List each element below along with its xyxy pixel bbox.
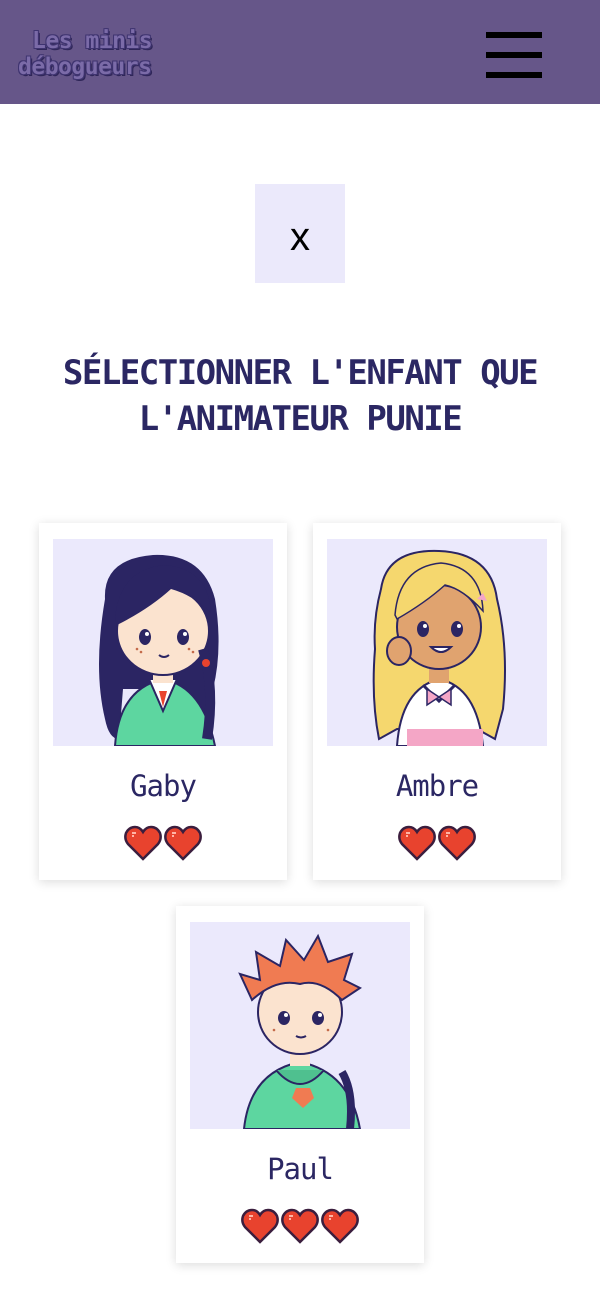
heart-icon xyxy=(438,825,476,861)
heart-icon xyxy=(281,1208,319,1244)
heart-icon xyxy=(321,1208,359,1244)
heart-icon xyxy=(124,825,162,861)
logo-line-1: Les minis xyxy=(32,28,153,54)
hamburger-icon[interactable] xyxy=(484,30,544,80)
page-title: SÉLECTIONNER L'ENFANT QUE L'ANIMATEUR PU… xyxy=(62,353,539,439)
child-portrait-paul xyxy=(190,922,410,1129)
menu-bar-top xyxy=(486,32,542,38)
hearts-ambre xyxy=(313,825,561,863)
child-portrait-gaby xyxy=(53,539,273,746)
child-name: Gaby xyxy=(130,769,197,803)
logo-line-2: débogueurs xyxy=(18,54,152,80)
heart-icon xyxy=(398,825,436,861)
hearts-gaby xyxy=(39,825,287,863)
app-header: Les minis débogueurs xyxy=(0,0,600,104)
logo[interactable]: Les minis débogueurs xyxy=(18,28,178,84)
child-card-paul[interactable]: Paul xyxy=(176,906,424,1263)
menu-bar-bottom xyxy=(486,72,542,78)
child-name: Paul xyxy=(267,1152,334,1186)
boy-red-hair-illustration xyxy=(238,933,362,1129)
heart-icon xyxy=(164,825,202,861)
hearts-paul xyxy=(176,1208,424,1246)
child-card-gaby[interactable]: Gaby xyxy=(39,523,287,880)
close-button[interactable]: x xyxy=(255,184,345,283)
girl-blonde-hair-illustration xyxy=(372,549,506,746)
heart-icon xyxy=(241,1208,279,1244)
child-name: Ambre xyxy=(395,769,479,803)
menu-bar-middle xyxy=(486,52,542,58)
child-portrait-ambre xyxy=(327,539,547,746)
girl-dark-hair-illustration xyxy=(99,554,219,746)
child-card-ambre[interactable]: Ambre xyxy=(313,523,561,880)
